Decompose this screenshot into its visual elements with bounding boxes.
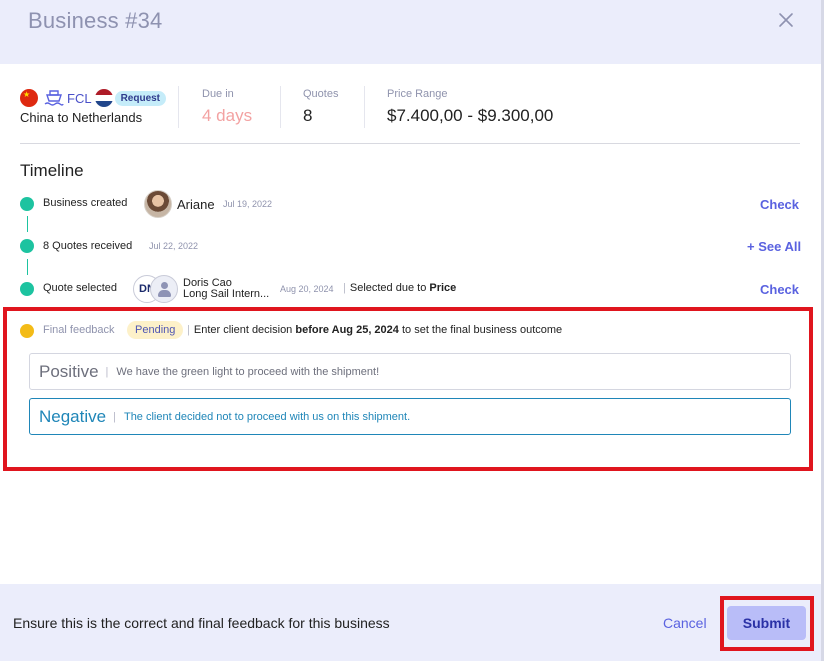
- event-quotes-received-label: 8 Quotes received: [43, 240, 133, 252]
- event-date: Jul 19, 2022: [223, 199, 273, 209]
- dialog-title: Business #34: [28, 8, 163, 33]
- due-label: Due in: [202, 88, 234, 100]
- shipping-mode: FCL: [67, 90, 92, 106]
- event-business-created-label: Business created: [43, 197, 128, 209]
- divider: [280, 86, 281, 128]
- footer-message: Ensure this is the correct and final fee…: [13, 615, 390, 631]
- event-date: Jul 22, 2022: [149, 241, 199, 251]
- timeline-connector: [27, 259, 28, 275]
- event-final-feedback-label: Final feedback: [43, 324, 115, 336]
- divider: [364, 86, 365, 128]
- option-description: We have the green light to proceed with …: [116, 365, 380, 378]
- route-text: China to Netherlands: [20, 110, 143, 125]
- china-flag-icon: [20, 89, 38, 107]
- due-value: 4 days: [202, 106, 253, 125]
- check-quote-link[interactable]: Check: [760, 282, 799, 297]
- positive-feedback-option[interactable]: Positive | We have the green light to pr…: [29, 353, 791, 390]
- timeline-dot-completed: [20, 197, 34, 211]
- event-date: Aug 20, 2024: [280, 284, 334, 294]
- contact-avatar: [150, 275, 178, 303]
- company-name: Long Sail Intern...: [183, 288, 270, 300]
- request-badge: Request: [114, 90, 167, 106]
- ship-icon: [43, 88, 65, 108]
- divider: [178, 86, 179, 128]
- selection-reason: | Selected due to Price: [343, 282, 457, 294]
- timeline-dot-completed: [20, 239, 34, 253]
- feedback-instruction: | Enter client decision before Aug 25, 20…: [187, 324, 563, 336]
- close-icon[interactable]: [774, 8, 798, 32]
- status-badge: Pending: [127, 321, 184, 339]
- timeline-dot-completed: [20, 282, 34, 296]
- event-quote-selected-label: Quote selected: [43, 282, 117, 294]
- negative-feedback-option[interactable]: Negative | The client decided not to pro…: [29, 398, 791, 435]
- business-summary: FCL Request China to Netherlands Due in …: [20, 86, 800, 130]
- dialog-footer: Ensure this is the correct and final fee…: [0, 584, 821, 661]
- price-range-value: $7.400,00 - $9.300,00: [387, 106, 554, 125]
- timeline-title: Timeline: [20, 161, 84, 180]
- creator-name: Ariane: [177, 197, 215, 212]
- option-title: Negative: [39, 406, 107, 426]
- option-description: The client decided not to proceed with u…: [123, 410, 411, 423]
- cancel-button[interactable]: Cancel: [663, 615, 707, 631]
- see-all-quotes-link[interactable]: + See All: [747, 239, 801, 254]
- avatar: [144, 190, 172, 218]
- timeline-connector: [27, 216, 28, 232]
- section-divider: [20, 143, 800, 144]
- person-icon: [161, 282, 168, 289]
- dialog-header: Business #34: [0, 0, 824, 64]
- quotes-value: 8: [303, 106, 313, 125]
- option-title: Positive: [39, 361, 99, 381]
- check-business-link[interactable]: Check: [760, 197, 799, 212]
- route-icons: FCL Request: [20, 88, 167, 108]
- price-range-label: Price Range: [387, 88, 448, 100]
- submit-button[interactable]: Submit: [727, 606, 806, 640]
- quotes-label: Quotes: [303, 88, 339, 100]
- timeline-dot-pending: [20, 324, 34, 338]
- netherlands-flag-icon: [94, 89, 113, 107]
